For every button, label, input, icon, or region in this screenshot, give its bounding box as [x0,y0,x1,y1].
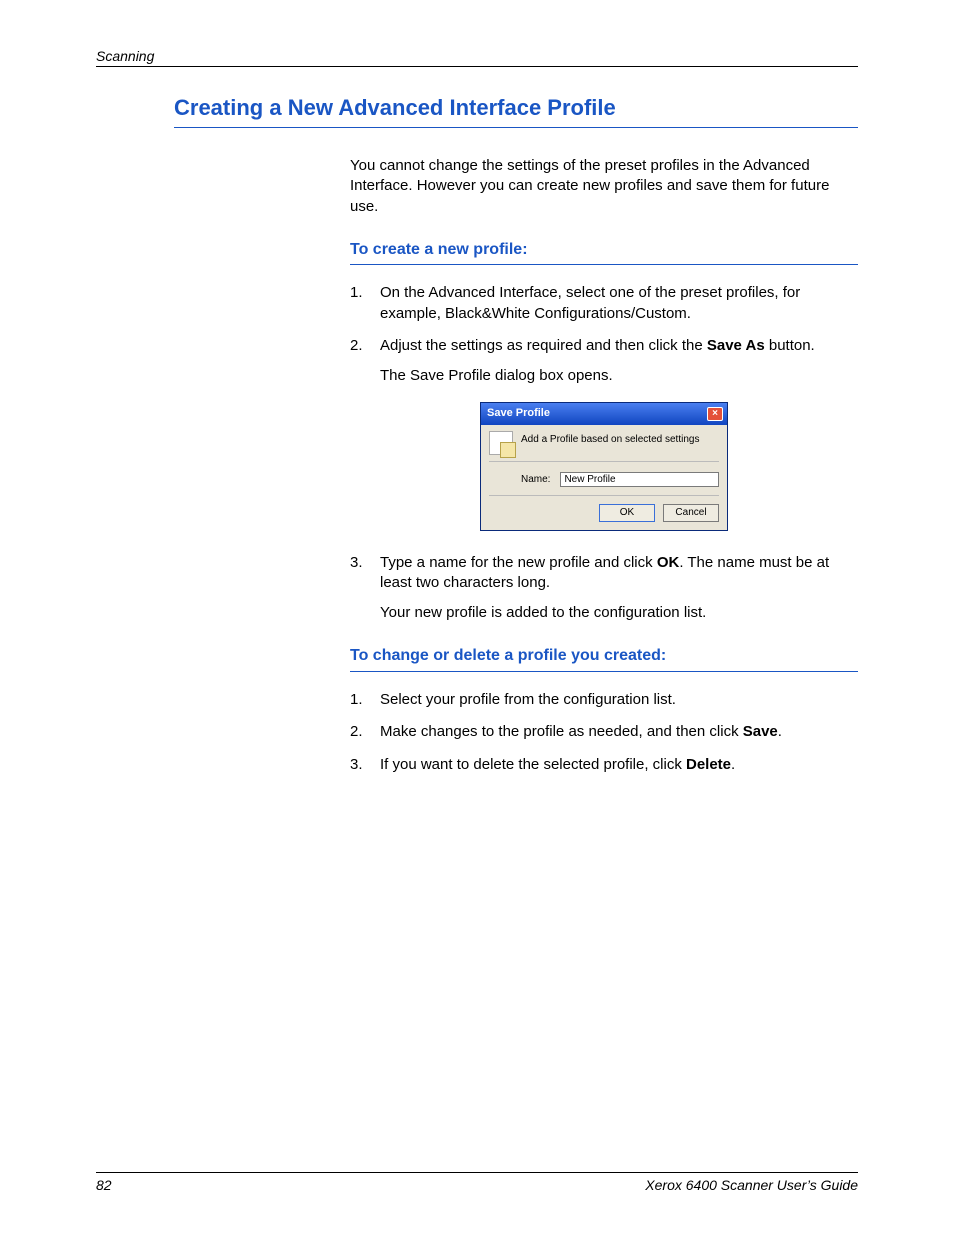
cancel-button[interactable]: Cancel [663,504,719,522]
cd-step-2: Make changes to the profile as needed, a… [350,722,858,742]
subheading-change-delete: To change or delete a profile you create… [350,645,858,672]
step-1-text: On the Advanced Interface, select one of… [380,284,800,321]
name-label: Name: [521,473,550,487]
step-2-text-a: Adjust the settings as required and then… [380,337,707,354]
profile-name-input[interactable] [560,472,719,487]
ok-button[interactable]: OK [599,504,655,522]
steps-change-delete: Select your profile from the configurati… [350,690,858,775]
save-profile-dialog: Save Profile × Add a Profile based on se… [480,402,858,530]
dialog-title-text: Save Profile [487,406,550,421]
cd-step-1-text: Select your profile from the configurati… [380,691,676,708]
intro-paragraph: You cannot change the settings of the pr… [350,156,858,217]
step-2-after: The Save Profile dialog box opens. [380,366,858,386]
step-3-text-a: Type a name for the new profile and clic… [380,554,657,571]
step-2-bold: Save As [707,337,765,354]
document-icon [489,431,513,455]
dialog-description: Add a Profile based on selected settings [521,431,699,447]
steps-create: On the Advanced Interface, select one of… [350,283,858,623]
cd-step-2-text-a: Make changes to the profile as needed, a… [380,723,743,740]
subheading-create: To create a new profile: [350,239,858,266]
step-3: Type a name for the new profile and clic… [350,553,858,624]
page-number: 82 [96,1177,112,1193]
close-icon[interactable]: × [707,407,723,421]
step-2: Adjust the settings as required and then… [350,336,858,531]
dialog-titlebar: Save Profile × [481,403,727,425]
step-3-bold: OK [657,554,680,571]
cd-step-3-text-a: If you want to delete the selected profi… [380,756,686,773]
step-2-text-b: button. [765,337,815,354]
step-1: On the Advanced Interface, select one of… [350,283,858,324]
running-head: Scanning [96,48,858,67]
cd-step-3-bold: Delete [686,756,731,773]
footer-doc-title: Xerox 6400 Scanner User’s Guide [645,1177,858,1193]
cd-step-2-bold: Save [743,723,778,740]
step-3-after: Your new profile is added to the configu… [380,603,858,623]
cd-step-3: If you want to delete the selected profi… [350,755,858,775]
cd-step-2-text-b: . [778,723,782,740]
page-title: Creating a New Advanced Interface Profil… [174,95,858,128]
cd-step-1: Select your profile from the configurati… [350,690,858,710]
cd-step-3-text-b: . [731,756,735,773]
